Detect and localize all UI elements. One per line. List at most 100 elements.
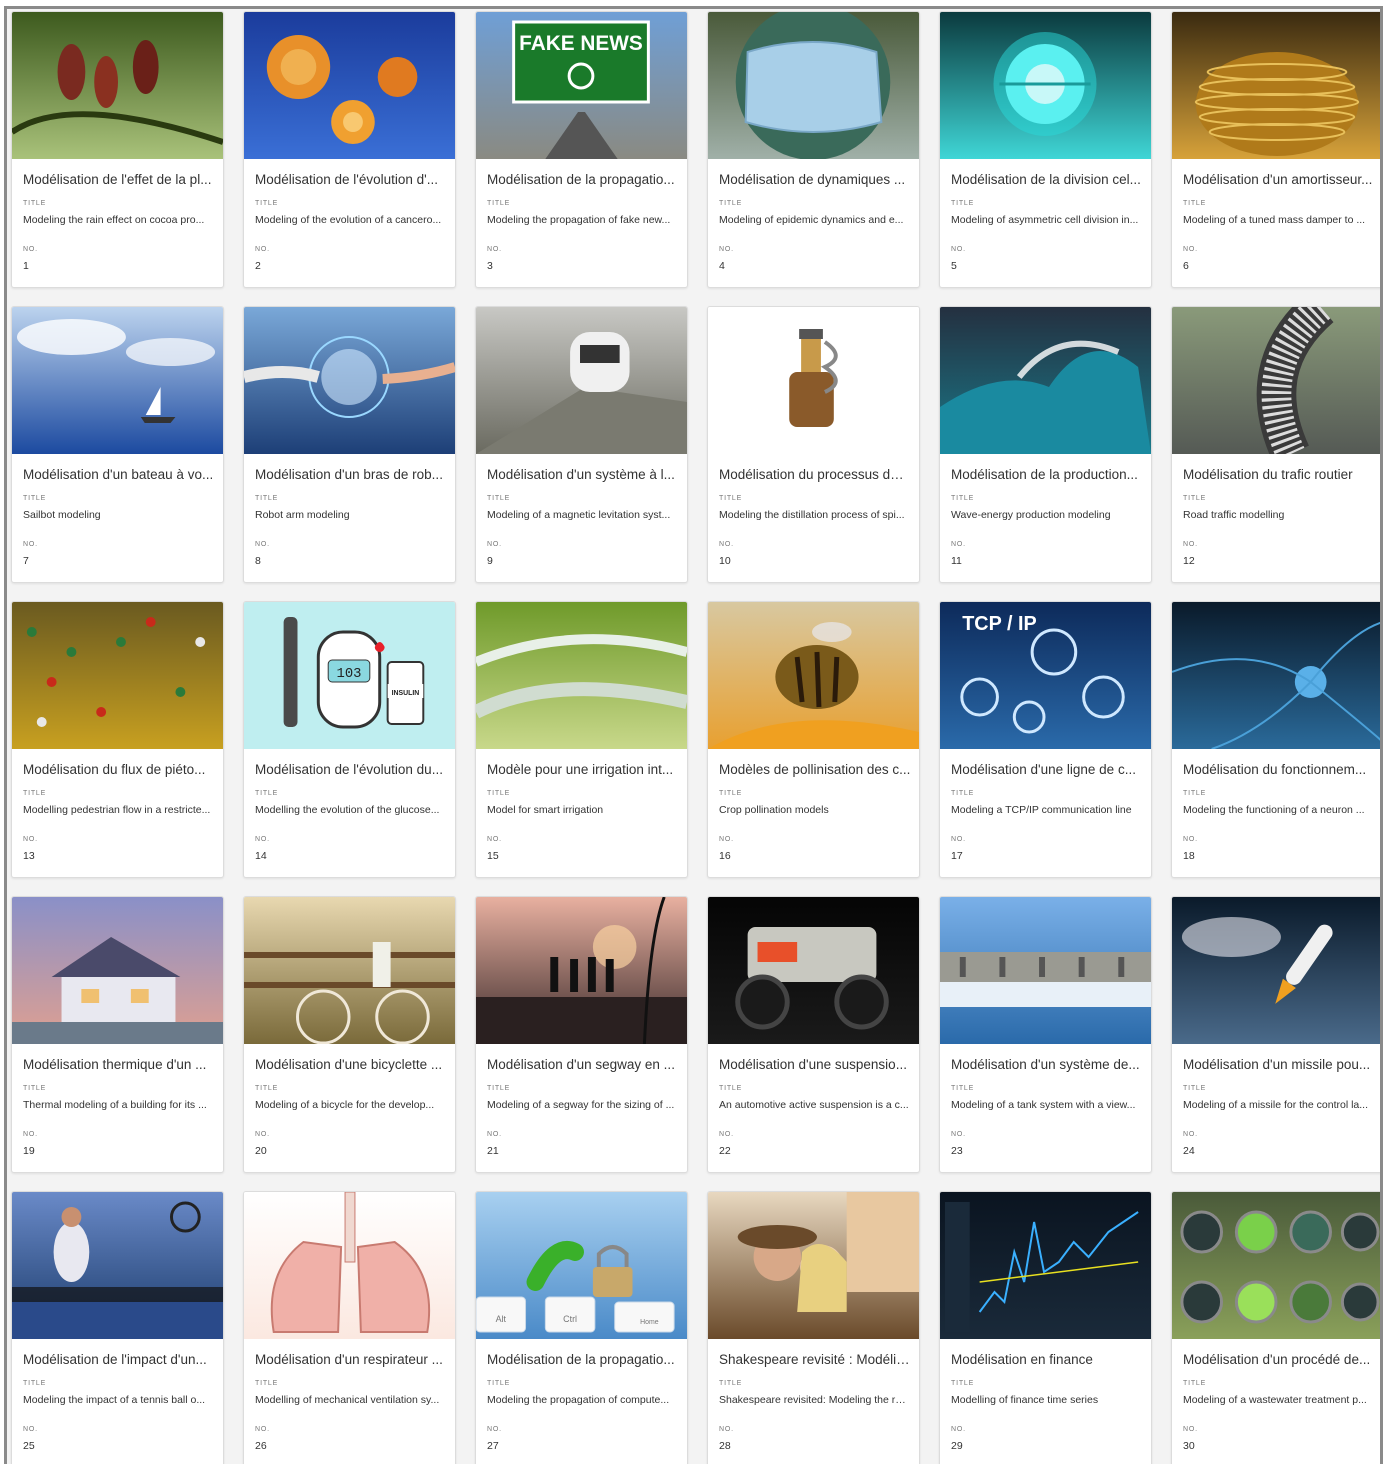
title-value: Modeling of the evolution of a cancero..…: [255, 214, 442, 226]
title-label: TITLE: [951, 1085, 975, 1092]
project-card[interactable]: Modélisation de l'effet de la pl... TITLE…: [11, 11, 224, 288]
number-label: NO.: [487, 1426, 502, 1433]
title-label: TITLE: [255, 790, 279, 797]
title-value: Robot arm modeling: [255, 509, 350, 521]
project-card[interactable]: Modélisation d'une suspensio... TITLE An a…: [707, 896, 920, 1173]
mass-damper-image[interactable]: [1172, 12, 1380, 159]
number-value: 28: [719, 1440, 731, 1452]
svg-text:FAKE NEWS: FAKE NEWS: [519, 32, 643, 55]
title-value: Modeling of a bicycle for the develop...: [255, 1099, 435, 1111]
project-card[interactable]: Modélisation de l'évolution d'... TITLE Mo…: [243, 11, 456, 288]
card-heading: Modélisation de l'évolution du...: [255, 762, 443, 777]
rice-terraces-image[interactable]: [476, 602, 687, 749]
couple-image[interactable]: [708, 1192, 919, 1339]
number-label: NO.: [487, 541, 502, 548]
title-value: Modeling of a wastewater treatment p...: [1183, 1394, 1367, 1406]
title-value: Modeling of a tank system with a view...: [951, 1099, 1136, 1111]
project-card[interactable]: Modélisation d'un système à l... TITLE Mod…: [475, 306, 688, 583]
card-heading: Modélisation d'un bateau à vo...: [23, 467, 214, 482]
bicycle-image[interactable]: [244, 897, 455, 1044]
maglev-train-image[interactable]: [476, 307, 687, 454]
distillery-image[interactable]: [708, 307, 919, 454]
crowd-image[interactable]: [12, 602, 223, 749]
bee-flower-image[interactable]: [708, 602, 919, 749]
ocean-wave-image[interactable]: [940, 307, 1151, 454]
project-card[interactable]: Modélisation thermique d'un ... TITLE Ther…: [11, 896, 224, 1173]
number-value: 5: [951, 260, 957, 272]
fake-news-sign-image[interactable]: FAKE NEWS: [476, 12, 687, 159]
network-gears-image[interactable]: TCP / IP: [940, 602, 1151, 749]
title-label: TITLE: [951, 1380, 975, 1387]
project-card[interactable]: Modélisation d'une bicyclette ... TITLE Mo…: [243, 896, 456, 1173]
title-value: Modelling the evolution of the glucose..…: [255, 804, 440, 816]
project-card[interactable]: Modélisation d'un procédé de... TITLE Mode…: [1171, 1191, 1380, 1464]
robot-arm-image[interactable]: [244, 307, 455, 454]
project-card[interactable]: Modélisation du trafic routier TITLE Road …: [1171, 306, 1380, 583]
segway-sunset-image[interactable]: [476, 897, 687, 1044]
number-label: NO.: [719, 246, 734, 253]
rocket-image[interactable]: [1172, 897, 1380, 1044]
number-label: NO.: [951, 541, 966, 548]
project-card[interactable]: Modélisation d'un respirateur ... TITLE Mo…: [243, 1191, 456, 1464]
project-card[interactable]: TCP / IP Modélisation d'une ligne de c...…: [939, 601, 1152, 878]
title-label: TITLE: [255, 495, 279, 502]
project-card[interactable]: Modélisation d'un segway en ... TITLE Mode…: [475, 896, 688, 1173]
title-label: TITLE: [487, 200, 511, 207]
title-label: TITLE: [719, 200, 743, 207]
sailboat-image[interactable]: [12, 307, 223, 454]
neuron-image[interactable]: [1172, 602, 1380, 749]
project-card[interactable]: Modélisation du flux de piéto... TITLE Mod…: [11, 601, 224, 878]
card-heading: Modélisation du flux de piéto...: [23, 762, 206, 777]
lungs-image[interactable]: [244, 1192, 455, 1339]
card-heading: Modélisation de la division cel...: [951, 172, 1141, 187]
project-card[interactable]: Modélisation du processus de ... TITLE Mod…: [707, 306, 920, 583]
project-card[interactable]: Alt Ctrl Home Modélisation de la propagatio…: [475, 1191, 688, 1464]
number-value: 19: [23, 1145, 35, 1157]
card-heading: Modélisation d'un respirateur ...: [255, 1352, 443, 1367]
stock-chart-image[interactable]: [940, 1192, 1151, 1339]
road-traffic-image[interactable]: [1172, 307, 1380, 454]
project-card[interactable]: Modélisation d'un bras de rob... TITLE Rob…: [243, 306, 456, 583]
project-card[interactable]: Modèle pour une irrigation int... TITLE Mo…: [475, 601, 688, 878]
project-card[interactable]: Modélisation de la production... TITLE Wav…: [939, 306, 1152, 583]
title-value: Modeling of a missile for the control la…: [1183, 1099, 1369, 1111]
water-treatment-image[interactable]: [1172, 1192, 1380, 1339]
number-label: NO.: [255, 836, 270, 843]
title-value: Modeling of a magnetic levitation syst..…: [487, 509, 671, 521]
card-heading: Modélisation de l'évolution d'...: [255, 172, 439, 187]
house-image[interactable]: [12, 897, 223, 1044]
card-heading: Modèles de pollinisation des c...: [719, 762, 911, 777]
project-card[interactable]: FAKE NEWS Modélisation de la propagatio..…: [475, 11, 688, 288]
keyboard-worm-image[interactable]: Alt Ctrl Home: [476, 1192, 687, 1339]
project-card[interactable]: Modélisation d'un amortisseur... TITLE Mod…: [1171, 11, 1380, 288]
project-card[interactable]: 103 INSULIN Modélisation de l'évolution du…: [243, 601, 456, 878]
card-heading: Modélisation d'un procédé de...: [1183, 1352, 1371, 1367]
title-label: TITLE: [1183, 1085, 1207, 1092]
title-label: TITLE: [23, 1085, 47, 1092]
title-label: TITLE: [1183, 790, 1207, 797]
cancer-cells-image[interactable]: [244, 12, 455, 159]
project-card[interactable]: Modélisation d'un bateau à vo... TITLE Sai…: [11, 306, 224, 583]
project-card[interactable]: Shakespeare revisité : Modélis... TITLE Sh…: [707, 1191, 920, 1464]
project-card[interactable]: Modélisation de l'impact d'un... TITLE Mod…: [11, 1191, 224, 1464]
title-label: TITLE: [23, 1380, 47, 1387]
glucose-meter-image[interactable]: 103 INSULIN: [244, 602, 455, 749]
globe-mask-image[interactable]: [708, 12, 919, 159]
monster-truck-image[interactable]: [708, 897, 919, 1044]
project-card[interactable]: Modélisation d'un système de... TITLE Mode…: [939, 896, 1152, 1173]
title-value: Crop pollination models: [719, 804, 829, 816]
project-card[interactable]: Modélisation de la division cel... TITLE M…: [939, 11, 1152, 288]
number-value: 3: [487, 260, 493, 272]
project-card[interactable]: Modélisation en finance TITLE Modelling of…: [939, 1191, 1152, 1464]
tennis-player-image[interactable]: [12, 1192, 223, 1339]
number-value: 23: [951, 1145, 963, 1157]
svg-text:Alt: Alt: [496, 1314, 507, 1324]
title-label: TITLE: [719, 1085, 743, 1092]
project-card[interactable]: Modélisation de dynamiques ... TITLE Model…: [707, 11, 920, 288]
hydro-dam-image[interactable]: [940, 897, 1151, 1044]
project-card[interactable]: Modélisation d'un missile pou... TITLE Mod…: [1171, 896, 1380, 1173]
cocoa-pods-image[interactable]: [12, 12, 223, 159]
project-card[interactable]: Modèles de pollinisation des c... TITLE Cr…: [707, 601, 920, 878]
project-card[interactable]: Modélisation du fonctionnem... TITLE Model…: [1171, 601, 1380, 878]
cell-division-image[interactable]: [940, 12, 1151, 159]
